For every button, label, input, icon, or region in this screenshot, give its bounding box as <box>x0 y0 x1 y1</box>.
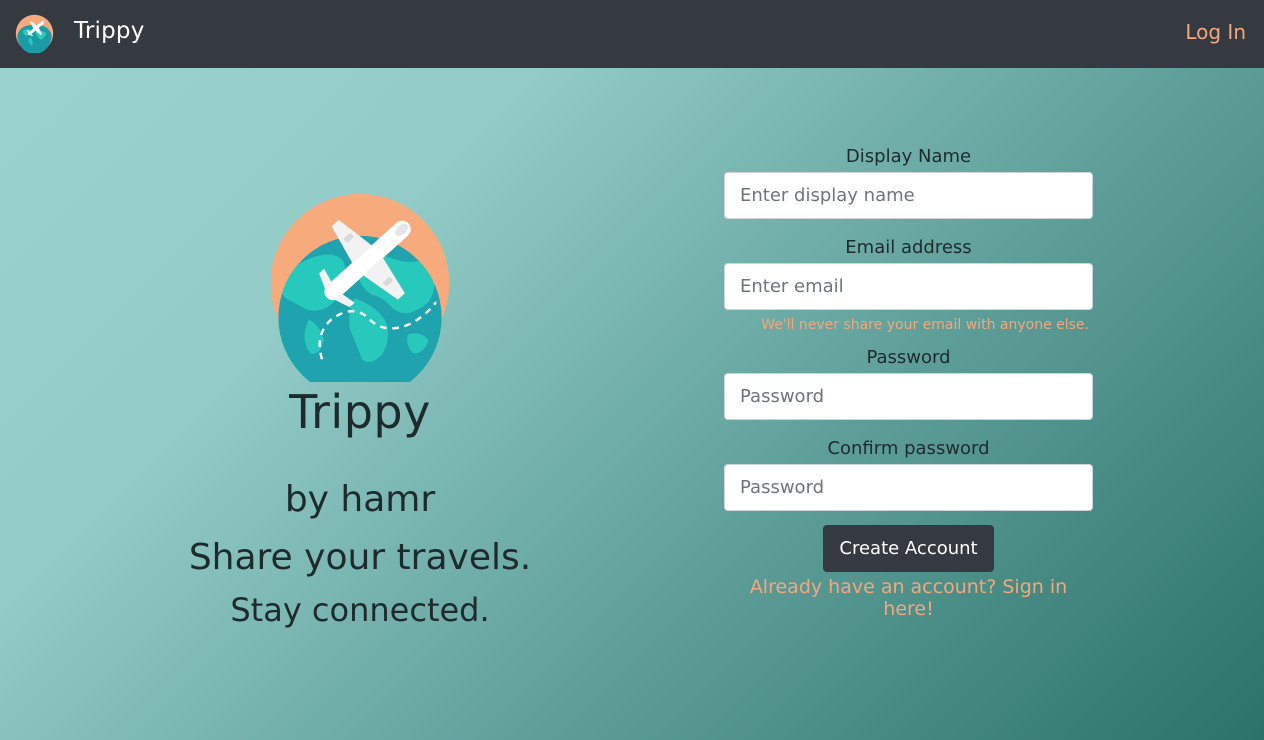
hero-section: Trippy by hamr Share your travels. Stay … <box>0 68 1264 740</box>
create-account-button[interactable]: Create Account <box>823 525 994 572</box>
password-input[interactable] <box>724 373 1093 420</box>
navbar: Trippy Log In <box>0 0 1264 68</box>
confirm-password-label: Confirm password <box>827 438 990 459</box>
email-input[interactable] <box>724 263 1093 310</box>
email-help-text: We'll never share your email with anyone… <box>761 317 1089 333</box>
hero-title: Trippy <box>289 385 431 439</box>
display-name-label: Display Name <box>845 146 972 167</box>
submit-wrapper: Create Account <box>724 525 1093 572</box>
login-link[interactable]: Log In <box>1185 20 1246 44</box>
email-group: Email address We'll never share your ema… <box>724 233 1093 333</box>
brand-panel: Trippy by hamr Share your travels. Stay … <box>160 192 560 630</box>
display-name-group: Display Name <box>724 142 1093 219</box>
byline: by hamr <box>284 479 436 520</box>
airplane-globe-icon[interactable] <box>15 14 54 53</box>
password-label: Password <box>866 347 951 368</box>
brand-name[interactable]: Trippy <box>74 18 145 44</box>
confirm-password-input[interactable] <box>724 464 1093 511</box>
confirm-password-group: Confirm password <box>724 434 1093 511</box>
tagline-share: Share your travels. <box>188 537 532 578</box>
password-group: Password <box>724 343 1093 420</box>
tagline-connect: Stay connected. <box>230 591 490 629</box>
signup-form: Display Name Email address We'll never s… <box>724 142 1093 620</box>
display-name-input[interactable] <box>724 172 1093 219</box>
signin-link[interactable]: Already have an account? Sign in here! <box>724 576 1093 620</box>
airplane-globe-logo <box>270 193 450 382</box>
email-label: Email address <box>845 237 972 258</box>
